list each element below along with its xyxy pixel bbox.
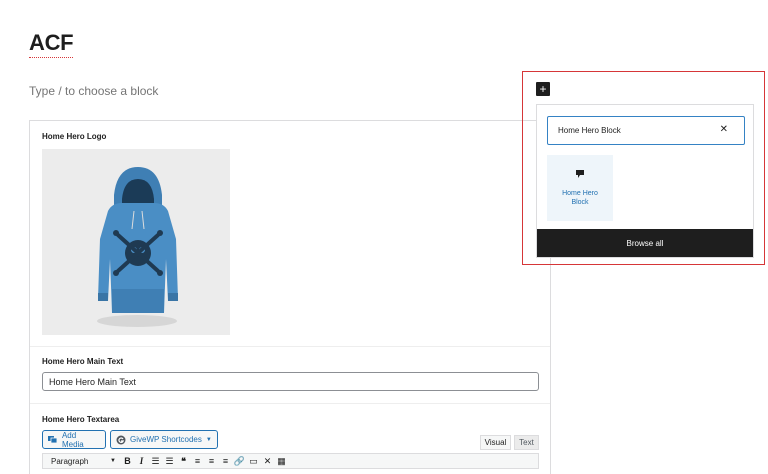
block-inserter-popover: Home Hero Block ✕ Home Hero Block Browse… xyxy=(536,104,754,258)
block-inserter-toggle[interactable]: + xyxy=(536,82,550,96)
tab-text[interactable]: Text xyxy=(514,435,539,450)
block-result-label: Home Hero Block xyxy=(562,190,598,206)
main-text-field-label: Home Hero Main Text xyxy=(42,357,124,366)
givewp-label: GiveWP Shortcodes xyxy=(130,435,202,444)
dropdown-arrow-icon: ▼ xyxy=(205,436,212,443)
chevron-down-icon: ▼ xyxy=(110,458,116,464)
bullet-list-icon[interactable]: ☰ xyxy=(149,455,162,467)
givewp-shortcodes-button[interactable]: GiveWP Shortcodes ▼ xyxy=(110,430,218,449)
logo-image[interactable] xyxy=(42,149,230,335)
hoodie-illustration xyxy=(97,167,178,327)
comment-block-icon xyxy=(576,170,584,178)
add-media-button[interactable]: Add Media xyxy=(42,430,106,449)
post-title[interactable]: ACF xyxy=(29,30,74,58)
align-center-icon[interactable]: ≡ xyxy=(205,455,218,467)
media-row: Add Media GiveWP Shortcodes ▼ Visual Tex… xyxy=(42,430,539,450)
inserter-search-input[interactable]: Home Hero Block ✕ xyxy=(547,116,745,145)
italic-icon[interactable]: I xyxy=(135,455,148,467)
bold-icon[interactable]: B xyxy=(121,455,134,467)
read-more-icon[interactable]: ▭ xyxy=(247,455,260,467)
main-text-input[interactable]: Home Hero Main Text xyxy=(42,372,539,391)
toolbar-toggle-icon[interactable]: ▦ xyxy=(275,455,288,467)
main-text-field: Home Hero Main Text Home Hero Main Text xyxy=(30,347,550,404)
align-right-icon[interactable]: ≡ xyxy=(219,455,232,467)
textarea-field-label: Home Hero Textarea xyxy=(42,415,120,424)
align-left-icon[interactable]: ≡ xyxy=(191,455,204,467)
fullscreen-icon[interactable]: ✕ xyxy=(261,455,274,467)
format-select-value: Paragraph xyxy=(51,456,89,466)
spellcheck-underline xyxy=(29,57,74,58)
block-placeholder[interactable]: Type / to choose a block xyxy=(29,84,158,98)
acf-block[interactable]: Home Hero Logo Home Hero Main Text Home … xyxy=(29,120,551,474)
add-media-label: Add Media xyxy=(61,430,84,449)
blockquote-icon[interactable]: ❝ xyxy=(177,455,190,467)
format-select[interactable]: Paragraph ▼ xyxy=(45,455,120,467)
logo-field-label: Home Hero Logo xyxy=(42,132,107,141)
block-result-home-hero[interactable]: Home Hero Block xyxy=(547,155,613,221)
logo-field: Home Hero Logo xyxy=(30,121,550,347)
givewp-icon xyxy=(116,435,126,444)
tab-visual[interactable]: Visual xyxy=(480,435,511,450)
inserter-search-value: Home Hero Block xyxy=(558,126,621,135)
editor-toolbar: Paragraph ▼ B I ☰ ☰ ❝ ≡ ≡ ≡ 🔗 ▭ ✕ ▦ xyxy=(42,453,539,469)
close-icon[interactable]: ✕ xyxy=(720,124,728,135)
link-icon[interactable]: 🔗 xyxy=(233,455,246,467)
textarea-field: Home Hero Textarea Add Media GiveWP Shor… xyxy=(30,404,550,474)
post-title-text: ACF xyxy=(29,30,74,55)
add-media-icon xyxy=(48,436,58,444)
browse-all-button[interactable]: Browse all xyxy=(537,229,753,257)
numbered-list-icon[interactable]: ☰ xyxy=(163,455,176,467)
plus-icon: + xyxy=(539,82,547,96)
